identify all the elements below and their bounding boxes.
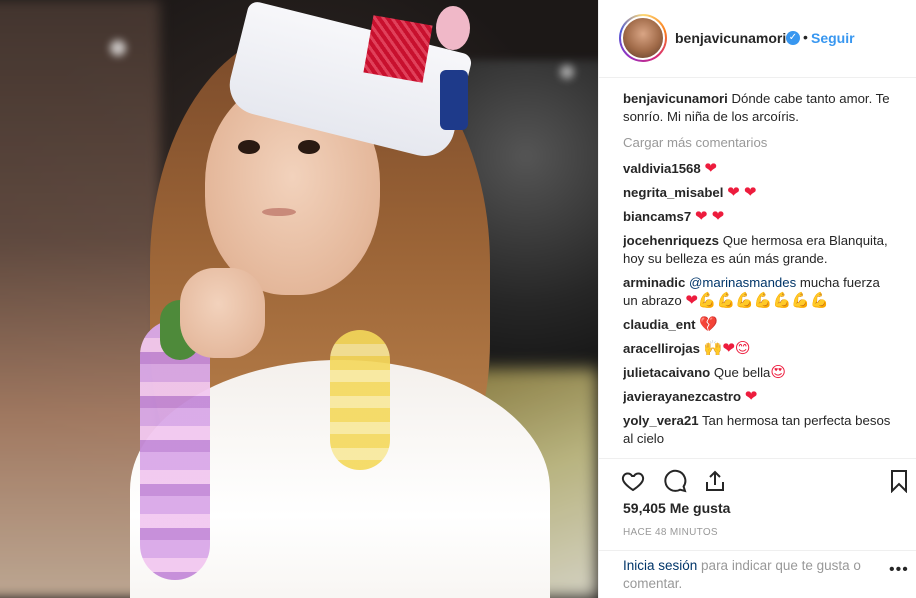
verified-badge-icon: ✓ [786,31,800,45]
comment-item: yoly_vera21 Tan hermosa tan perfecta bes… [623,412,895,448]
caption: benjavicunamori Dónde cabe tanto amor. T… [623,90,895,126]
comment-item: arminadic @marinasmandes mucha fuerza un… [623,274,895,310]
post-header: benjavicunamori ✓ • Seguir [599,0,916,78]
photo-hat-patch [363,15,433,83]
avatar-image [621,16,665,60]
photo-light [560,65,574,79]
comment-username[interactable]: javierayanezcastro [623,389,741,404]
comment-emoji: 💔 [699,316,718,333]
login-prompt: Inicia sesión para indicar que te gusta … [599,550,916,598]
separator-dot: • [803,29,808,45]
login-prompt-text: Inicia sesión para indicar que te gusta … [623,557,883,593]
like-button[interactable] [619,467,647,495]
comment-button[interactable] [661,467,689,495]
likes-count[interactable]: 59,405 Me gusta [623,500,730,516]
action-bar [599,458,916,502]
comment-item: biancams7 ❤ ❤ [623,208,895,226]
comment-username[interactable]: aracellirojas [623,341,700,356]
comment-emoji: ❤ ❤ [694,208,725,225]
comments-list[interactable]: benjavicunamori Dónde cabe tanto amor. T… [623,90,895,458]
comment-text: Que bella [713,365,771,380]
photo-lei [330,330,390,470]
comment-emoji: 😍 [770,364,786,381]
comment-emoji: ❤💪💪💪💪💪💪💪 [685,292,829,309]
comment-mention[interactable]: @marinasmandes [689,275,796,290]
save-button[interactable] [885,467,913,495]
post-side-panel: benjavicunamori ✓ • Seguir benjavicunamo… [598,0,916,598]
comment-username[interactable]: julietacaivano [623,365,710,380]
comment-username[interactable]: biancams7 [623,209,691,224]
load-more-comments-button[interactable]: Cargar más comentarios [623,134,895,152]
comment-item: claudia_ent 💔 [623,316,895,334]
comment-username[interactable]: jocehenriquezs [623,233,719,248]
comment-emoji: ❤ [744,388,758,405]
photo-hat-patch [436,6,470,50]
comment-username[interactable]: claudia_ent [623,317,696,332]
header-username[interactable]: benjavicunamori [675,30,786,46]
post-photo[interactable] [0,0,598,598]
comment-item: javierayanezcastro ❤ [623,388,895,406]
photo-light [110,40,126,56]
comment-emoji: ❤ [704,160,717,177]
caption-username[interactable]: benjavicunamori [623,91,728,106]
comment-item: jocehenriquezs Que hermosa era Blanquita… [623,232,895,268]
share-button[interactable] [701,467,729,495]
photo-eye [238,140,260,154]
comment-item: aracellirojas 🙌❤😊 [623,340,895,358]
photo-hand [180,268,265,358]
photo-hat-patch [440,70,468,130]
more-options-icon[interactable]: ••• [889,561,909,579]
avatar[interactable] [619,14,667,62]
login-link[interactable]: Inicia sesión [623,558,697,573]
photo-mouth [262,208,296,216]
comment-bubble-icon [664,469,687,493]
comment-username[interactable]: arminadic [623,275,685,290]
comment-username[interactable]: negrita_misabel [623,185,723,200]
photo-eye [298,140,320,154]
comment-username[interactable]: valdivia1568 [623,161,701,176]
comment-emoji: 🙌❤😊 [703,340,751,357]
comment-item: valdivia1568 ❤ [623,160,895,178]
comment-item: negrita_misabel ❤ ❤ [623,184,895,202]
follow-button[interactable]: Seguir [811,30,855,46]
comment-emoji: ❤ ❤ [727,184,757,201]
post-timestamp: HACE 48 MINUTOS [623,527,718,538]
comment-item: julietacaivano Que bella😍 [623,364,895,382]
comment-username[interactable]: yoly_vera21 [623,413,699,428]
bookmark-icon [891,470,907,493]
share-upload-icon [706,470,724,491]
heart-outline-icon [621,472,645,492]
